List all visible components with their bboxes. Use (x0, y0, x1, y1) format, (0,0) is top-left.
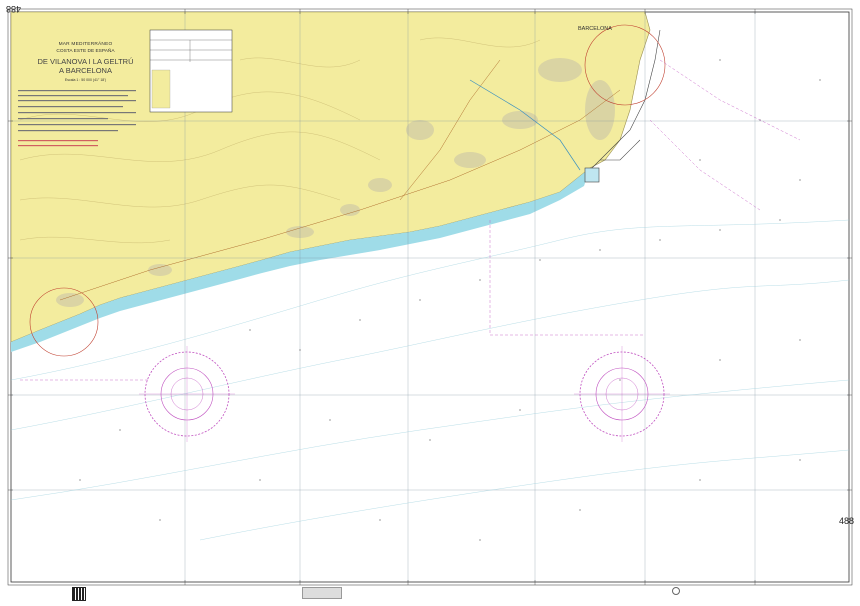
title-block: MAR MEDITERRÁNEO COSTA ESTE DE ESPAÑA DE… (18, 42, 153, 82)
chart-number-top: 488 (6, 4, 22, 14)
chart-number-bottom: 488 (838, 516, 854, 526)
chart-title-line2: A BARCELONA (59, 66, 112, 75)
nautical-chart (7, 8, 853, 586)
coast-name: COSTA ESTE DE ESPAÑA (56, 49, 115, 54)
place-barcelona: BARCELONA (578, 26, 612, 32)
hydrographic-seal-icon (672, 587, 680, 595)
publisher-logo-icon (302, 587, 342, 599)
qr-code-icon (72, 587, 86, 601)
chart-title-line1: DE VILANOVA I LA GELTRÚ (37, 57, 134, 66)
footer (0, 584, 860, 606)
chart-scale: Escala 1 : 50 000 (41° 18') (64, 78, 107, 82)
sea-name: MAR MEDITERRÁNEO (58, 42, 113, 47)
inset-table (149, 29, 233, 113)
